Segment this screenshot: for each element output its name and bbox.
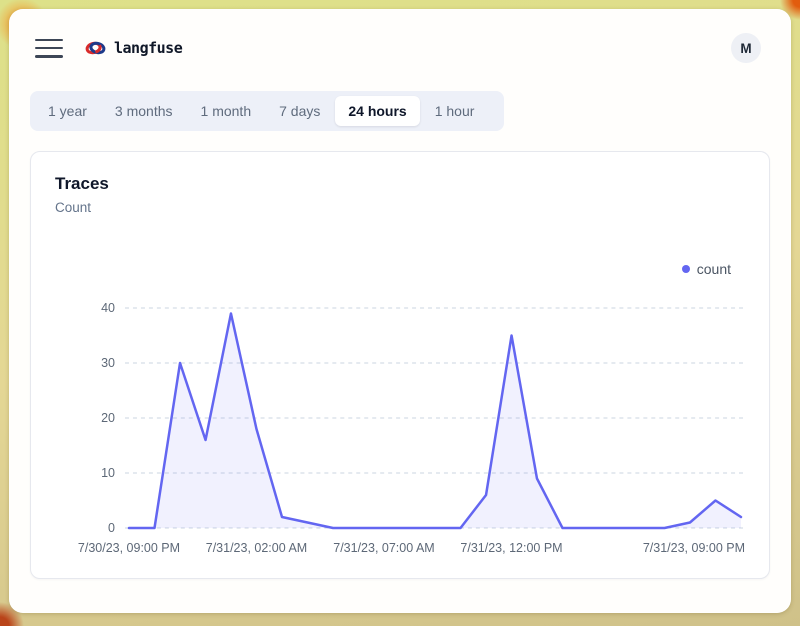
x-tick-label: 7/31/23, 12:00 PM (460, 541, 562, 555)
tab-7-days[interactable]: 7 days (266, 96, 333, 126)
area-fill (129, 314, 741, 529)
y-tick-label: 20 (101, 409, 115, 427)
tab-1-month[interactable]: 1 month (188, 96, 265, 126)
y-tick-label: 40 (101, 299, 115, 317)
tab-3-months[interactable]: 3 months (102, 96, 186, 126)
tab-1-year[interactable]: 1 year (35, 96, 100, 126)
x-tick-label: 7/31/23, 09:00 PM (643, 541, 745, 555)
x-axis: 7/30/23, 09:00 PM7/31/23, 02:00 AM7/31/2… (125, 533, 745, 557)
brand-name: langfuse (114, 39, 182, 57)
y-tick-label: 10 (101, 464, 115, 482)
app-window: langfuse M 1 year3 months1 month7 days24… (9, 9, 791, 613)
tab-1-hour[interactable]: 1 hour (422, 96, 488, 126)
user-avatar[interactable]: M (731, 33, 761, 63)
y-tick-label: 30 (101, 354, 115, 372)
card-subtitle: Count (55, 200, 745, 215)
x-tick-label: 7/31/23, 02:00 AM (206, 541, 307, 555)
menu-button[interactable] (35, 39, 63, 58)
y-tick-label: 0 (108, 519, 115, 537)
time-range-tabs: 1 year3 months1 month7 days24 hours1 hou… (30, 91, 504, 131)
y-axis: 010203040 (55, 303, 125, 533)
chart-area: 010203040 (55, 303, 745, 533)
plot (125, 303, 745, 533)
traces-chart-svg (125, 303, 745, 533)
top-bar: langfuse M (9, 9, 791, 63)
x-tick-label: 7/30/23, 09:00 PM (78, 541, 180, 555)
legend-label: count (697, 261, 731, 277)
brand[interactable]: langfuse (85, 39, 182, 57)
legend-dot-icon (682, 265, 690, 273)
traces-card: Traces Count count 0 10 20 30 40 7/30/23, 09… (30, 151, 770, 579)
hamburger-icon (35, 39, 63, 42)
langfuse-logo-icon (85, 40, 106, 56)
hamburger-icon (35, 47, 63, 50)
x-tick-label: 7/31/23, 07:00 AM (333, 541, 434, 555)
tab-24-hours[interactable]: 24 hours (335, 96, 419, 126)
card-title: Traces (55, 174, 745, 194)
page-background: langfuse M 1 year3 months1 month7 days24… (0, 0, 800, 626)
hamburger-icon (35, 55, 63, 58)
chart-legend[interactable]: count (55, 259, 731, 279)
